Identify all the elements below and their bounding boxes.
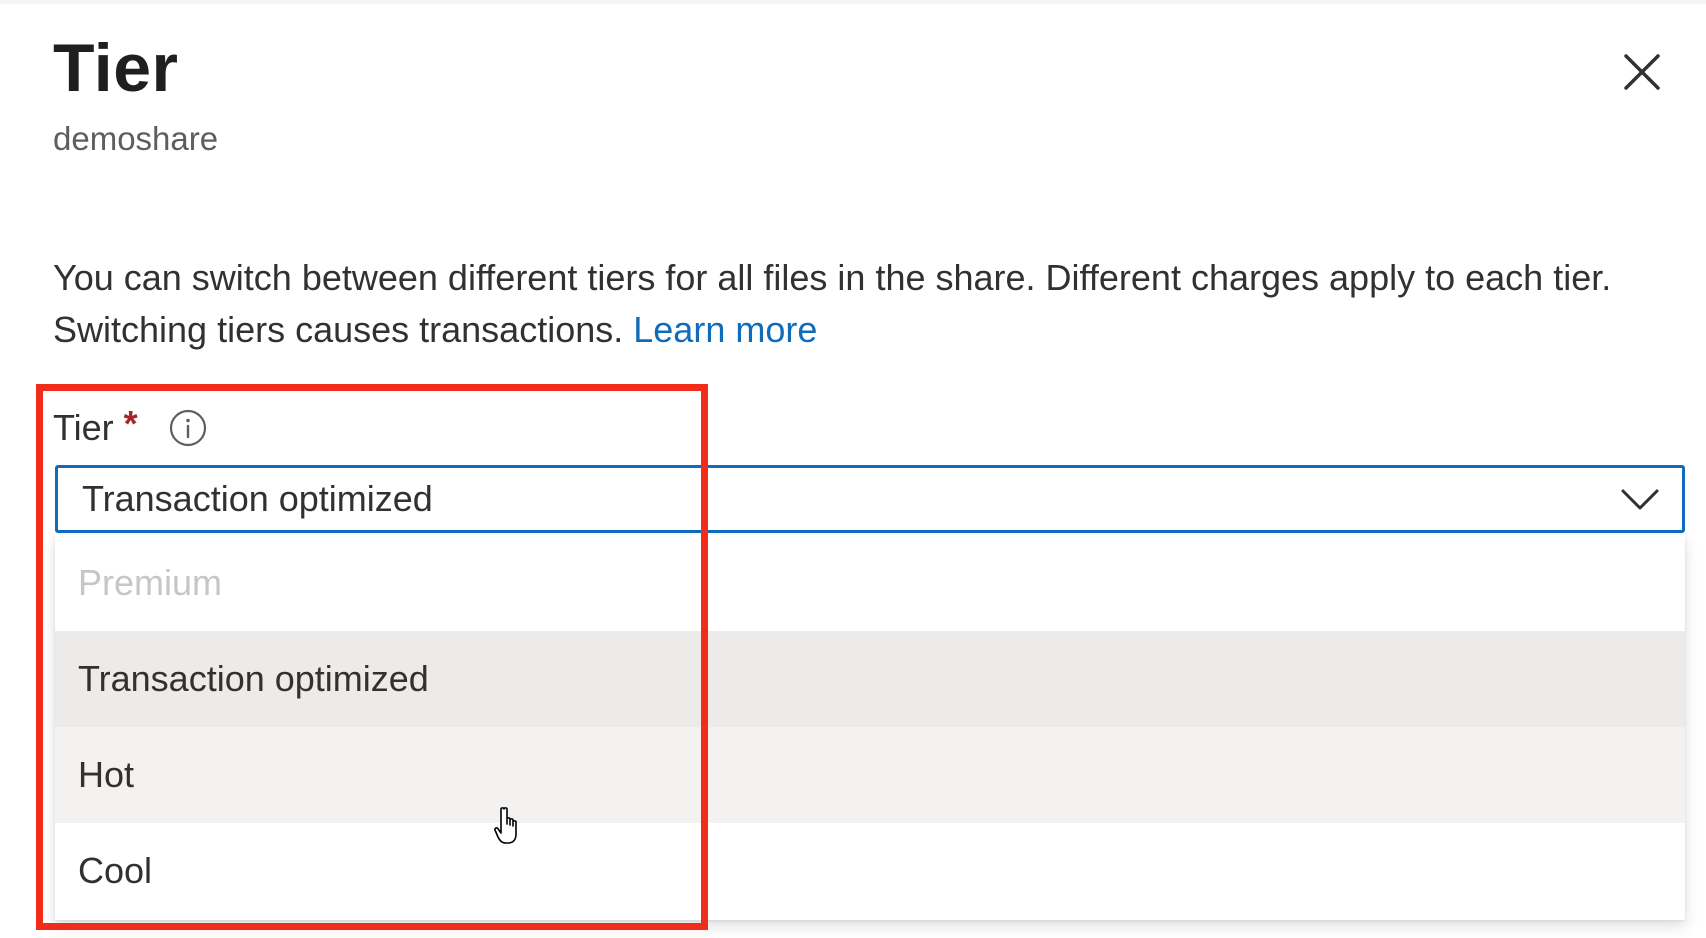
- tier-field-label: Tier: [53, 407, 114, 448]
- tier-dropdown-value: Transaction optimized: [82, 478, 433, 519]
- panel-title: Tier: [53, 30, 179, 106]
- tier-description: You can switch between different tiers f…: [53, 252, 1673, 356]
- tier-panel: Tier demoshare You can switch between di…: [0, 0, 1706, 938]
- close-icon: [1624, 54, 1660, 90]
- description-text: You can switch between different tiers f…: [53, 257, 1612, 350]
- required-marker: *: [123, 403, 138, 444]
- info-icon[interactable]: [168, 408, 208, 448]
- tier-field-label-row: Tier *: [53, 400, 208, 456]
- option-hot[interactable]: Hot: [55, 727, 1685, 823]
- option-transaction-optimized[interactable]: Transaction optimized: [55, 631, 1685, 727]
- learn-more-link[interactable]: Learn more: [633, 309, 817, 350]
- tier-dropdown-list: Premium Transaction optimized Hot Cool: [55, 535, 1685, 920]
- tier-dropdown[interactable]: Transaction optimized: [55, 465, 1685, 533]
- option-premium: Premium: [78, 562, 223, 603]
- option-cool[interactable]: Cool: [55, 823, 1685, 919]
- close-button[interactable]: [1614, 44, 1670, 100]
- panel-subtitle: demoshare: [53, 120, 219, 157]
- panel-top-edge: [0, 0, 1706, 4]
- chevron-down-icon: [1621, 489, 1659, 510]
